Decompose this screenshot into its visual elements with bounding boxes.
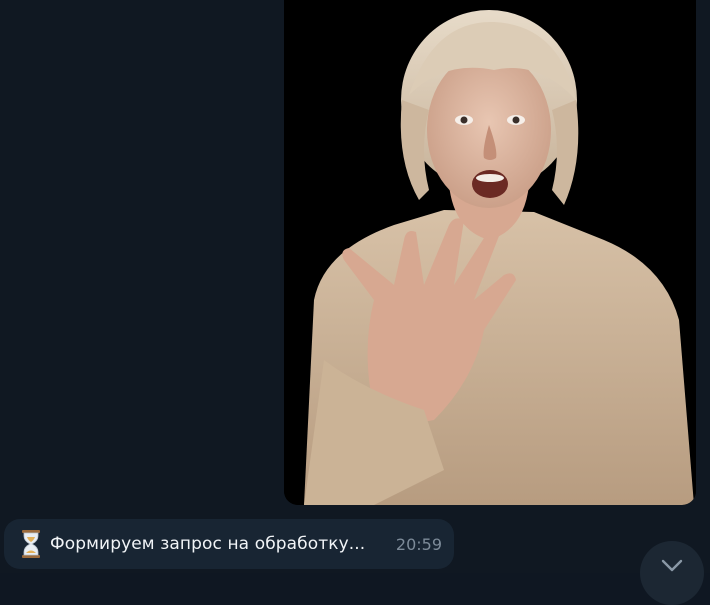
hourglass-icon — [22, 530, 40, 558]
photo-image — [284, 0, 696, 505]
message-time: 20:59 — [395, 534, 442, 554]
scroll-down-button[interactable] — [640, 541, 704, 605]
status-message-text: Формируем запрос на обработку... — [50, 534, 366, 554]
chat-area: Формируем запрос на обработку... 20:59 — [0, 0, 710, 605]
status-message: Формируем запрос на обработку... 20:59 — [4, 519, 454, 569]
photo-message[interactable] — [284, 0, 696, 505]
chevron-down-icon — [661, 559, 683, 572]
